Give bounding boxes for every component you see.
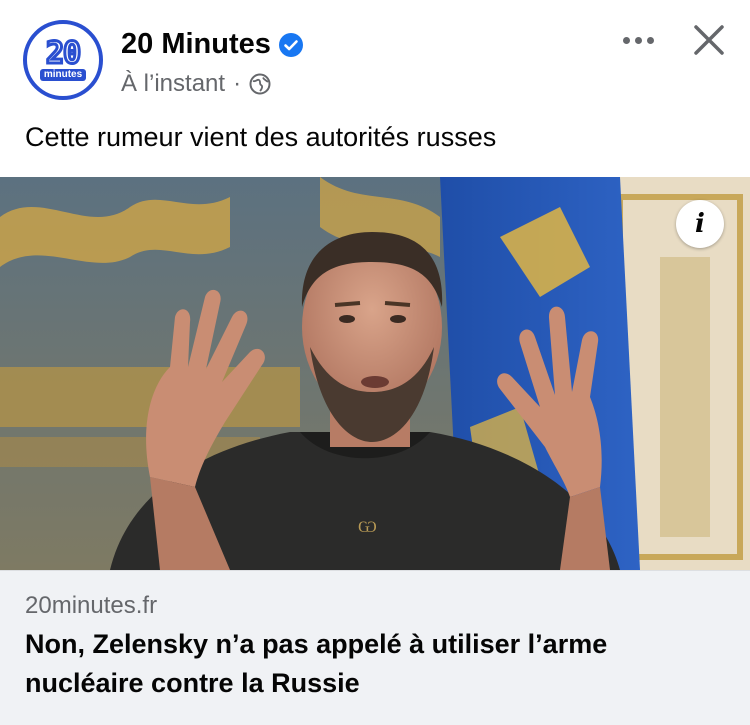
post-header: 20 minutes 20 Minutes À l’instant · xyxy=(0,0,750,115)
facebook-post: 20 minutes 20 Minutes À l’instant · Cett… xyxy=(0,0,750,725)
article-photo: Ѡ xyxy=(0,177,750,570)
meta-separator: · xyxy=(233,70,242,97)
post-meta: À l’instant · xyxy=(121,70,271,98)
post-caption: Cette rumeur vient des autorités russes xyxy=(25,122,497,152)
verified-badge-icon xyxy=(278,32,303,57)
page-name-row: 20 Minutes xyxy=(121,28,303,61)
link-title[interactable]: Non, Zelensky n’a pas appelé à utiliser … xyxy=(25,625,725,703)
close-icon[interactable] xyxy=(687,18,731,62)
info-icon: i xyxy=(695,209,705,239)
globe-icon xyxy=(249,73,271,95)
post-image[interactable]: Ѡ xyxy=(0,177,750,570)
link-preview[interactable]: 20minutes.fr Non, Zelensky n’a pas appel… xyxy=(0,570,750,725)
more-options-button[interactable] xyxy=(615,22,661,58)
shirt-emblem: Ѡ xyxy=(358,517,377,536)
more-horizontal-icon xyxy=(622,36,630,44)
post-timestamp[interactable]: À l’instant xyxy=(121,70,225,98)
page-avatar[interactable]: 20 minutes xyxy=(23,20,103,100)
logo-word: minutes xyxy=(39,68,87,81)
image-info-button[interactable]: i xyxy=(676,200,724,248)
link-domain: 20minutes.fr xyxy=(25,592,158,619)
logo-number: 20 xyxy=(44,35,82,71)
page-name[interactable]: 20 Minutes xyxy=(121,28,271,61)
